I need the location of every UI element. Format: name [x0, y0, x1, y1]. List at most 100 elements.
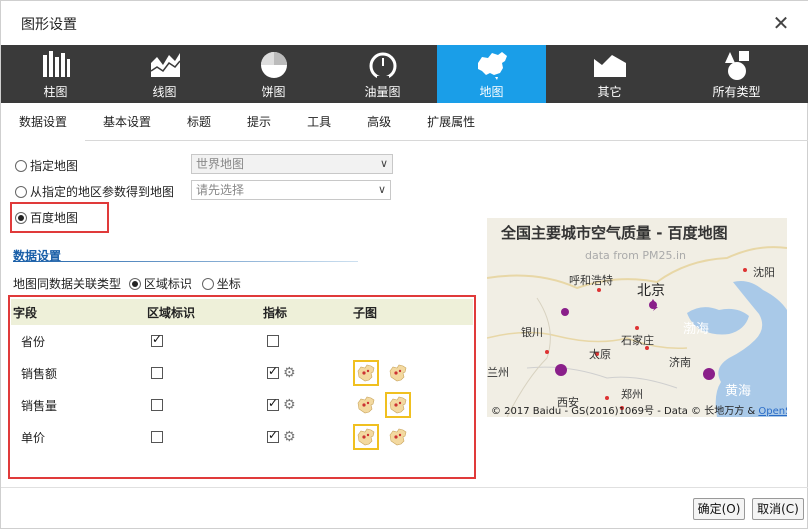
region-cell — [145, 357, 261, 389]
city-label: 呼和浩特 — [569, 274, 613, 287]
shapes-icon — [724, 51, 749, 80]
radio-button[interactable] — [15, 212, 27, 224]
dialog-title: 图形设置 — [21, 17, 77, 33]
city-label: 济南 — [669, 356, 691, 369]
metric-checkbox[interactable] — [267, 428, 279, 443]
area-chart-icon — [150, 53, 181, 77]
tab-title[interactable]: 标题 — [169, 103, 229, 141]
assoc-option-region[interactable]: 区域标识 — [128, 277, 192, 291]
association-type-row: 地图同数据关联类型 区域标识 坐标 — [13, 275, 241, 292]
table-row: 单价 ⚙ — [11, 421, 473, 453]
region-checkbox[interactable] — [151, 332, 163, 347]
field-name: 销售额 — [21, 366, 58, 381]
tab-tooltip[interactable]: 提示 — [229, 103, 289, 141]
metric-cell: ⚙ — [261, 389, 351, 421]
metric-checkbox[interactable] — [267, 396, 279, 411]
chart-type-gauge[interactable]: 油量图 — [328, 45, 437, 103]
map-subtitle: data from PM25.in — [585, 249, 687, 262]
city-label: 石家庄 — [621, 334, 654, 347]
chart-type-label: 地图 — [479, 85, 504, 99]
mini-map-icon — [389, 396, 407, 414]
map-credit: © 2017 Baidu - GS(2016)1069号 - Data © 长地… — [491, 402, 787, 417]
radio-button[interactable] — [201, 278, 214, 290]
gear-icon[interactable]: ⚙ — [283, 430, 296, 444]
chart-type-map[interactable]: 地图 — [437, 45, 546, 103]
radio-button[interactable] — [15, 160, 27, 172]
subchart-cell — [351, 389, 473, 421]
subchart-thumbnail[interactable] — [353, 392, 379, 418]
subchart-thumbnail[interactable] — [353, 360, 379, 386]
subchart-thumbnail[interactable] — [385, 424, 411, 450]
tab-advanced[interactable]: 高级 — [349, 103, 409, 141]
china-map-icon — [477, 52, 507, 80]
chart-settings-dialog: 图形设置 ✕ 柱图 线图 饼图 油量图 地图 其它 所有类型 数据设置 基本设置… — [0, 0, 808, 529]
region-param-select[interactable]: 请先选择 ∨ — [191, 180, 391, 200]
close-icon[interactable]: ✕ — [769, 11, 793, 35]
option-specified-map[interactable]: 指定地图 — [15, 157, 78, 174]
mini-map-icon — [389, 428, 407, 446]
map-select[interactable]: 世界地图 ∨ — [191, 154, 393, 174]
tab-extended-properties[interactable]: 扩展属性 — [409, 103, 493, 141]
city-label: 银川 — [521, 326, 543, 339]
tab-tools[interactable]: 工具 — [289, 103, 349, 141]
tab-data-settings[interactable]: 数据设置 — [1, 103, 86, 141]
metric-cell: ⚙ — [261, 357, 351, 389]
chart-type-bar-chart[interactable]: 柱图 — [1, 45, 110, 103]
mini-map-icon — [389, 364, 407, 382]
option-label: 区域标识 — [143, 277, 192, 291]
mini-map-icon — [357, 396, 375, 414]
option-label: 坐标 — [216, 277, 241, 291]
region-param-placeholder: 请先选择 — [196, 183, 245, 197]
chart-type-label: 所有类型 — [712, 85, 761, 99]
region-checkbox[interactable] — [151, 367, 163, 379]
gear-icon[interactable]: ⚙ — [283, 366, 296, 380]
table-row: 销售量 ⚙ — [11, 389, 473, 421]
city-label: 兰州 — [487, 366, 509, 379]
metric-cell — [261, 325, 351, 357]
association-label: 地图同数据关联类型 — [13, 277, 122, 291]
region-checkbox[interactable] — [151, 431, 163, 443]
option-label: 从指定的地区参数得到地图 — [30, 185, 175, 199]
header-region: 区域标识 — [147, 305, 196, 320]
mini-map-icon — [357, 364, 375, 382]
subchart-cell — [351, 325, 473, 357]
table-row: 省份 — [11, 325, 473, 357]
subchart-thumbnail[interactable] — [353, 424, 379, 450]
field-name: 单价 — [21, 430, 46, 445]
map-title: 全国主要城市空气质量 - 百度地图 — [501, 224, 728, 242]
sea-label: 黄海 — [725, 384, 752, 399]
city-label: 沈阳 — [753, 266, 775, 279]
gear-icon[interactable]: ⚙ — [283, 398, 296, 412]
option-map-from-param[interactable]: 从指定的地区参数得到地图 — [15, 183, 174, 200]
chart-type-pie-chart[interactable]: 饼图 — [219, 45, 328, 103]
assoc-option-coordinate[interactable]: 坐标 — [201, 277, 241, 291]
tab-basic-settings[interactable]: 基本设置 — [85, 103, 169, 141]
cancel-button[interactable]: 取消(C) — [752, 498, 804, 520]
map-select-value: 世界地图 — [196, 157, 245, 171]
city-label: 郑州 — [621, 388, 643, 401]
chevron-down-icon: ∨ — [377, 183, 386, 196]
chart-type-line-chart[interactable]: 线图 — [110, 45, 219, 103]
subchart-thumbnail[interactable] — [385, 360, 411, 386]
metric-checkbox[interactable] — [267, 364, 279, 379]
table-row: 销售额 ⚙ — [11, 357, 473, 389]
metric-cell: ⚙ — [261, 421, 351, 453]
chart-type-other[interactable]: 其它 — [546, 45, 673, 103]
chevron-down-icon: ∨ — [379, 157, 388, 170]
radio-button[interactable] — [15, 186, 27, 198]
chart-type-label: 其它 — [597, 85, 622, 99]
radio-button[interactable] — [128, 278, 141, 290]
region-cell — [145, 421, 261, 453]
chart-type-all[interactable]: 所有类型 — [673, 45, 800, 103]
sea-label: 渤海 — [683, 322, 710, 337]
city-label: 太原 — [589, 348, 611, 361]
option-baidu-map[interactable]: 百度地图 — [15, 209, 78, 226]
city-label: 北京 — [637, 283, 665, 299]
credit-link[interactable]: OpenS — [758, 406, 787, 417]
ok-button[interactable]: 确定(O) — [693, 498, 745, 520]
region-cell — [145, 325, 261, 357]
subchart-thumbnail[interactable] — [385, 392, 411, 418]
metric-checkbox[interactable] — [267, 335, 279, 347]
region-checkbox[interactable] — [151, 399, 163, 411]
chart-type-label: 饼图 — [261, 85, 286, 99]
